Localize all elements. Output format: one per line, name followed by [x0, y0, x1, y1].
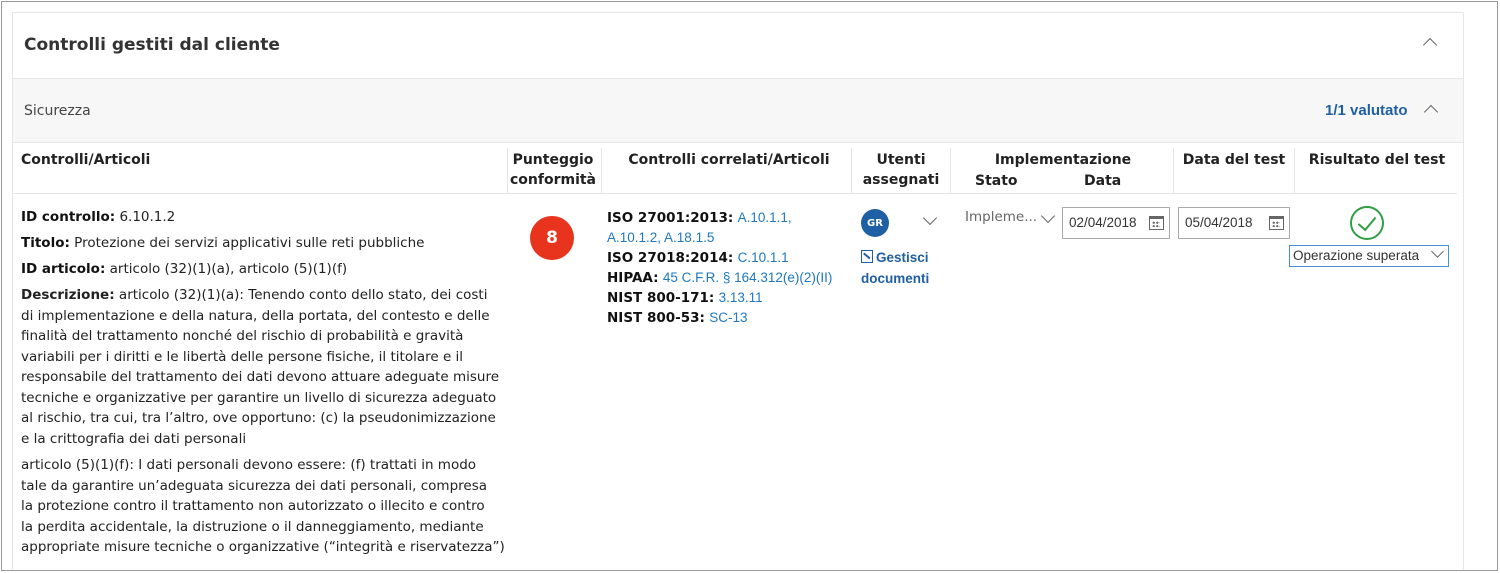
collapse-chevron-up-icon[interactable]	[1422, 37, 1438, 53]
control-id-label: ID controllo:	[21, 209, 116, 225]
description-line: tale da garantire un’adeguata sicurezza …	[21, 477, 488, 494]
description-line: tecniche e organizzative per garantire u…	[21, 389, 497, 406]
related-control-iso27001: ISO 27001:2013: A.10.1.1, A.10.1.2, A.18…	[607, 208, 847, 248]
related-refs-link[interactable]: C.10.1.1	[738, 250, 789, 265]
col-header-score-line2: conformità	[509, 172, 597, 188]
description-line: e la crittografia dei dati personali	[21, 430, 247, 447]
related-standard: HIPAA:	[607, 270, 659, 286]
description-line: appropriate misure tecniche o organizzat…	[21, 539, 505, 555]
col-header-score-line1: Punteggio	[512, 152, 594, 168]
control-description-article-5: articolo (5)(1)(f): I dati personali dev…	[21, 455, 506, 558]
col-header-users-line2: assegnati	[862, 172, 940, 188]
implementation-date-value: 02/04/2018	[1069, 215, 1137, 230]
assigned-user-avatar[interactable]: GR	[861, 209, 889, 237]
manage-documents-line1: Gestisci	[861, 247, 951, 268]
users-dropdown-chevron-down-icon[interactable]	[922, 210, 938, 226]
related-control-hipaa: HIPAA: 45 C.F.R. § 164.312(e)(2)(II)	[607, 268, 847, 288]
control-description: Descrizione: articolo (32)(1)(a): Tenend…	[21, 285, 506, 449]
related-standard: ISO 27001:2013:	[607, 210, 734, 226]
related-standard: NIST 800-53:	[607, 310, 705, 326]
description-label: Descrizione:	[21, 287, 115, 303]
description-line: la perdita accidentale, la distruzione o…	[21, 518, 484, 535]
description-line: Descrizione: articolo (32)(1)(a): Tenend…	[21, 287, 488, 303]
control-id: ID controllo: 6.10.1.2	[21, 207, 175, 228]
implementation-date-input[interactable]: 02/04/2018	[1062, 207, 1170, 239]
column-divider	[507, 148, 508, 193]
control-title: Titolo: Protezione dei servizi applicati…	[21, 233, 424, 254]
section-name: Sicurezza	[24, 103, 91, 119]
article-id: ID articolo: articolo (32)(1)(a), artico…	[21, 259, 347, 280]
column-divider	[950, 148, 951, 193]
implementation-status-chevron-down-icon[interactable]	[1040, 208, 1056, 224]
column-divider	[1173, 148, 1174, 193]
assessed-count: 1/1 valutato	[1325, 102, 1408, 119]
calendar-icon[interactable]	[1149, 216, 1164, 230]
col-header-users-line1: Utenti	[876, 152, 926, 168]
col-header-impl-status: Stato	[975, 173, 1018, 189]
description-line: al rischio, tra cui, tra l’altro, ove op…	[21, 410, 496, 426]
control-title-label: Titolo:	[21, 235, 70, 251]
column-divider	[1294, 148, 1295, 193]
related-control-nist800-171: NIST 800-171: 3.13.11	[607, 288, 847, 308]
related-standard: ISO 27018:2014:	[607, 250, 734, 266]
related-refs-link[interactable]: SC-13	[709, 310, 747, 325]
manage-documents-link[interactable]: Gestisci documenti	[861, 247, 951, 289]
related-control-iso27018: ISO 27018:2014: C.10.1.1	[607, 248, 847, 268]
description-line: responsabile del trattamento dei dati de…	[21, 369, 500, 385]
article-id-value: articolo (32)(1)(a), articolo (5)(1)(f)	[109, 261, 348, 277]
page-frame: Controlli gestiti dal cliente Sicurezza …	[1, 1, 1498, 571]
description-line: di implementazione e della natura, della…	[21, 307, 490, 324]
test-result-select[interactable]: Operazione superata	[1289, 245, 1449, 267]
implementation-status-select[interactable]: Impleme...	[965, 209, 1037, 225]
col-header-test-date: Data del test	[1182, 152, 1286, 168]
col-header-test-result: Risultato del test	[1308, 152, 1446, 168]
header-divider	[13, 193, 1457, 194]
related-controls: ISO 27001:2013: A.10.1.1, A.10.1.2, A.18…	[607, 208, 847, 328]
control-id-value: 6.10.1.2	[119, 209, 176, 225]
control-title-value: Protezione dei servizi applicativi sulle…	[74, 235, 425, 251]
description-line: articolo (5)(1)(f): I dati personali dev…	[21, 457, 477, 473]
related-standard: NIST 800-171:	[607, 290, 715, 306]
document-icon	[861, 250, 873, 263]
test-passed-check-icon	[1350, 206, 1384, 240]
description-line: variabili per i diritti e le libertà del…	[21, 348, 464, 365]
col-header-related: Controlli correlati/Articoli	[628, 152, 830, 168]
related-refs-link[interactable]: 3.13.11	[719, 290, 763, 305]
panel-header[interactable]: Controlli gestiti dal cliente	[13, 13, 1463, 79]
section-bar[interactable]: Sicurezza 1/1 valutato	[13, 79, 1463, 143]
customer-controls-panel: Controlli gestiti dal cliente Sicurezza …	[12, 12, 1464, 570]
manage-documents-line2: documenti	[861, 271, 930, 286]
test-date-input[interactable]: 05/04/2018	[1178, 207, 1290, 239]
test-date-value: 05/04/2018	[1185, 215, 1253, 230]
description-line: finalità del trattamento nonché del risc…	[21, 328, 464, 344]
col-header-implementation: Implementazione	[994, 152, 1132, 168]
test-result-value: Operazione superata	[1293, 248, 1420, 263]
related-control-nist800-53: NIST 800-53: SC-13	[607, 308, 847, 328]
section-collapse-chevron-up-icon[interactable]	[1423, 104, 1439, 120]
panel-title: Controlli gestiti dal cliente	[24, 35, 280, 55]
col-header-users: Utenti assegnati	[853, 150, 949, 190]
description-line: la protezione contro il trattamento non …	[21, 498, 485, 514]
compliance-score-badge: 8	[530, 216, 574, 260]
related-refs-link[interactable]: 45 C.F.R. § 164.312(e)(2)(II)	[663, 270, 833, 285]
col-header-impl-date: Data	[1084, 173, 1122, 189]
col-header-score: Punteggio conformità	[507, 150, 599, 190]
column-divider	[851, 148, 852, 193]
column-divider	[601, 148, 602, 193]
article-id-label: ID articolo:	[21, 261, 106, 277]
calendar-icon[interactable]	[1269, 216, 1284, 230]
col-header-controls: Controlli/Articoli	[21, 152, 151, 168]
